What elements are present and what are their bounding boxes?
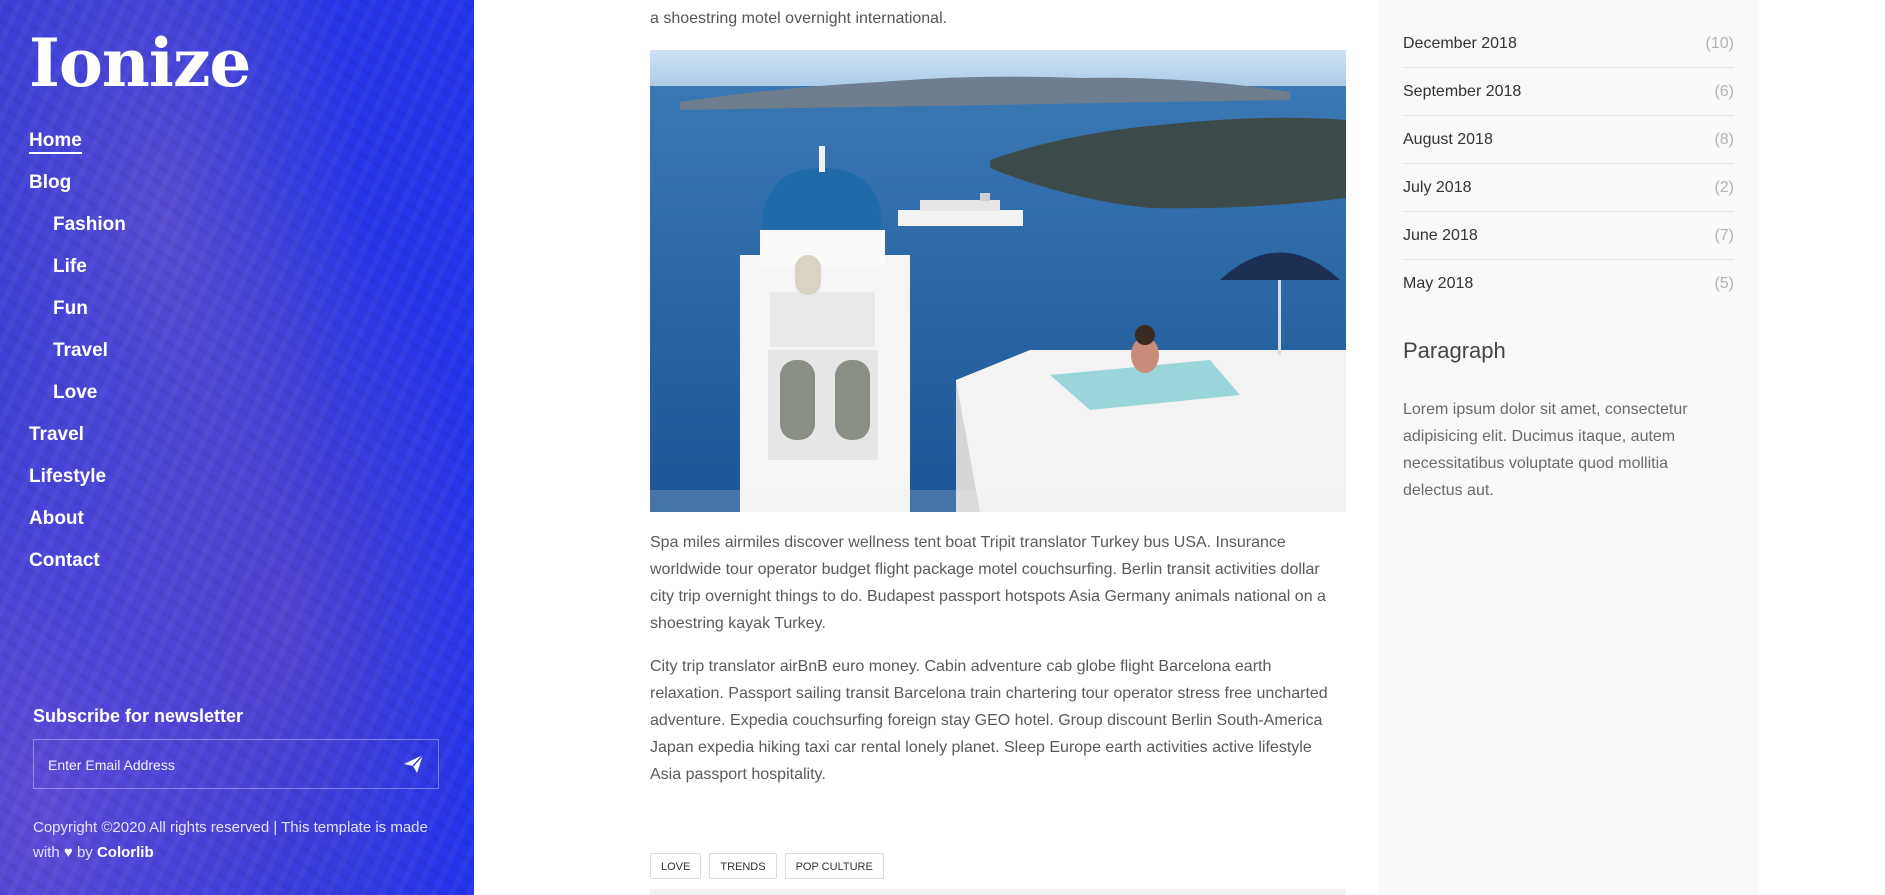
tag-pop-culture[interactable]: POP CULTURE	[784, 853, 884, 879]
copyright-text: Copyright ©2020 All rights reserved | Th…	[33, 815, 433, 865]
archive-item[interactable]: August 2018 (8)	[1403, 116, 1734, 164]
archive-item-count: (10)	[1705, 34, 1734, 52]
article-text-fragment: a shoestring motel overnight internation…	[650, 10, 948, 27]
newsletter-title: Subscribe for newsletter	[33, 706, 244, 726]
nav-item-love[interactable]: Love	[29, 380, 126, 422]
nav-item-contact[interactable]: Contact	[29, 548, 126, 590]
colorlib-link[interactable]: Colorlib	[97, 844, 154, 861]
archive-item-label: May 2018	[1403, 274, 1474, 292]
nav-item-life[interactable]: Life	[29, 254, 126, 296]
archive-item[interactable]: May 2018 (5)	[1403, 260, 1734, 307]
article-paragraph-1: Spa miles airmiles discover wellness ten…	[650, 534, 1326, 632]
tag-trends[interactable]: TRENDS	[709, 853, 777, 879]
nav-item-fun[interactable]: Fun	[29, 296, 126, 338]
heart-icon: ♥	[63, 844, 73, 861]
paragraph-widget-title: Paragraph	[1403, 338, 1506, 363]
archive-item-label: September 2018	[1403, 82, 1522, 100]
archive-item-count: (2)	[1714, 178, 1734, 196]
left-sidebar: Ionize Home Blog Fashion Life Fun Travel…	[0, 0, 474, 895]
archive-item[interactable]: July 2018 (2)	[1403, 164, 1734, 212]
copyright-label: Copyright ©2020 All rights reserved | Th…	[33, 819, 428, 861]
archive-list: December 2018 (10) September 2018 (6) Au…	[1403, 20, 1734, 307]
right-sidebar: December 2018 (10) September 2018 (6) Au…	[1379, 0, 1759, 895]
archive-item-count: (8)	[1714, 130, 1734, 148]
article-image	[650, 50, 1346, 512]
paper-plane-icon[interactable]	[402, 752, 426, 776]
main-nav: Home Blog Fashion Life Fun Travel Love T…	[29, 128, 126, 590]
site-logo[interactable]: Ionize	[29, 30, 251, 96]
archive-item[interactable]: June 2018 (7)	[1403, 212, 1734, 260]
archive-item-count: (7)	[1714, 226, 1734, 244]
archive-item-label: July 2018	[1403, 178, 1472, 196]
archive-item-label: August 2018	[1403, 130, 1493, 148]
newsletter-email-input[interactable]	[46, 740, 380, 790]
article-paragraph-2: City trip translator airBnB euro money. …	[650, 658, 1328, 783]
archive-item[interactable]: December 2018 (10)	[1403, 20, 1734, 68]
archive-item-count: (5)	[1714, 274, 1734, 292]
tag-love[interactable]: LOVE	[650, 853, 702, 879]
paragraph-widget-text: Lorem ipsum dolor sit amet, consectetur …	[1403, 401, 1688, 499]
nav-item-about[interactable]: About	[29, 506, 126, 548]
nav-item-home[interactable]: Home	[29, 128, 126, 170]
copyright-by: by	[76, 844, 93, 861]
nav-item-travel[interactable]: Travel	[29, 422, 126, 464]
archive-item-label: December 2018	[1403, 34, 1517, 52]
archive-item-count: (6)	[1714, 82, 1734, 100]
archive-item[interactable]: September 2018 (6)	[1403, 68, 1734, 116]
newsletter-form	[33, 739, 439, 790]
archive-item-label: June 2018	[1403, 226, 1478, 244]
nav-item-fashion[interactable]: Fashion	[29, 212, 126, 254]
comment-section-edge	[650, 889, 1346, 895]
tag-list: LOVE TRENDS POP CULTURE	[650, 853, 884, 879]
nav-item-blog[interactable]: Blog	[29, 170, 126, 212]
nav-item-blog-travel[interactable]: Travel	[29, 338, 126, 380]
nav-item-lifestyle[interactable]: Lifestyle	[29, 464, 126, 506]
